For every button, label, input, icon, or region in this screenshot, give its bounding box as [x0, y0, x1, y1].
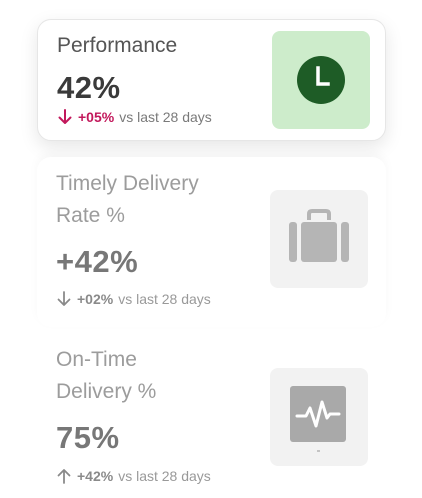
delta-percent: +02% [77, 291, 114, 307]
arrow-up-icon [57, 469, 71, 484]
activity-monitor-icon [290, 386, 346, 452]
performance-card[interactable]: Performance 42% +05% vs last 28 days [37, 19, 386, 141]
card-title: Performance [57, 34, 178, 57]
briefcase-icon-tile [270, 190, 368, 288]
card-value: 42% [57, 70, 121, 105]
card-value: +42% [56, 244, 139, 279]
on-time-delivery-card[interactable]: On-Time Delivery % 75% +42% vs last 28 d… [37, 338, 386, 498]
clock-icon [297, 56, 345, 104]
delta-period: vs last 28 days [118, 291, 211, 307]
card-value: 75% [56, 420, 120, 455]
timely-delivery-card[interactable]: Timely Delivery Rate % +42% +02% vs last… [37, 157, 386, 327]
delta-period: vs last 28 days [119, 109, 212, 125]
activity-monitor-icon-tile [270, 368, 368, 466]
clock-icon-tile [272, 31, 370, 129]
briefcase-icon [289, 209, 349, 262]
card-delta: +05% vs last 28 days [57, 109, 212, 125]
card-delta: +02% vs last 28 days [56, 291, 211, 307]
arrow-down-icon [58, 109, 72, 124]
delta-percent: +42% [77, 468, 114, 484]
card-title-line2: Rate % [56, 204, 125, 227]
arrow-down-icon [57, 291, 71, 306]
card-title-line1: On-Time [56, 348, 137, 371]
metrics-panel: Performance 42% +05% vs last 28 days Tim… [0, 0, 422, 498]
card-title-line2: Delivery % [56, 380, 157, 403]
delta-percent: +05% [78, 109, 115, 125]
card-title-line1: Timely Delivery [56, 172, 199, 195]
card-delta: +42% vs last 28 days [56, 468, 211, 484]
delta-period: vs last 28 days [118, 468, 211, 484]
